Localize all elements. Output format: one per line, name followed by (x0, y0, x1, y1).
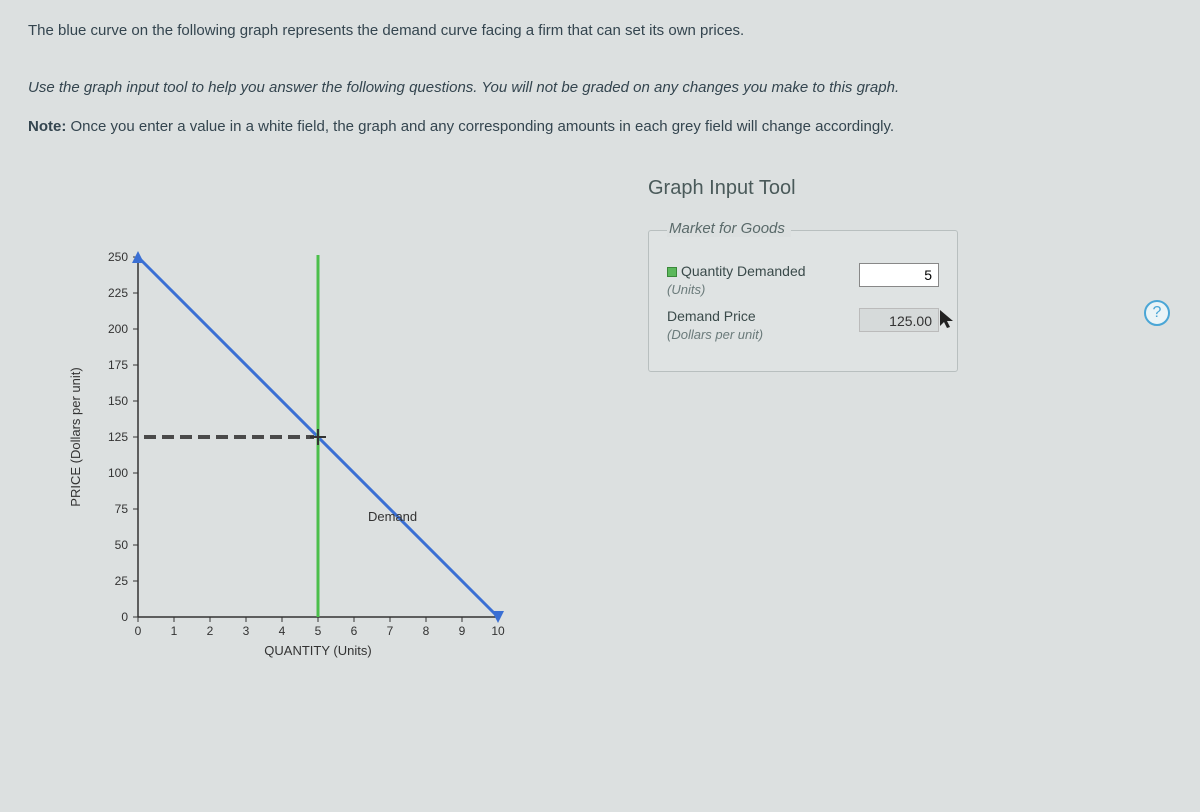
price-readonly: 125.00 (859, 308, 939, 332)
y-axis-title: PRICE (Dollars per unit) (68, 367, 83, 506)
svg-text:175: 175 (108, 358, 128, 372)
market-panel-title: Market for Goods (667, 220, 791, 237)
svg-text:225: 225 (108, 286, 128, 300)
price-sublabel: (Dollars per unit) (667, 327, 763, 342)
quantity-sublabel: (Units) (667, 282, 705, 297)
svg-text:150: 150 (108, 394, 128, 408)
instruction-line-2: Use the graph input tool to help you ans… (28, 77, 1172, 98)
svg-text:6: 6 (351, 624, 358, 638)
svg-text:125: 125 (108, 430, 128, 444)
svg-text:0: 0 (121, 610, 128, 624)
svg-text:100: 100 (108, 466, 128, 480)
svg-text:8: 8 (423, 624, 430, 638)
quantity-row: Quantity Demanded (Units) (667, 263, 939, 298)
svg-text:1: 1 (171, 624, 178, 638)
y-axis: 0 25 50 75 100 125 150 175 200 225 250 (108, 250, 138, 624)
svg-text:7: 7 (387, 624, 394, 638)
x-axis: 0 1 2 3 4 5 6 7 8 9 10 (135, 617, 505, 638)
svg-text:2: 2 (207, 624, 214, 638)
price-guide-line (144, 435, 314, 439)
svg-text:250: 250 (108, 250, 128, 264)
price-row: Demand Price (Dollars per unit) 125.00 (667, 308, 939, 343)
quantity-input[interactable] (859, 263, 939, 287)
price-label: Demand Price (667, 308, 756, 324)
quantity-label: Quantity Demanded (681, 263, 806, 279)
tool-title: Graph Input Tool (648, 177, 1172, 200)
svg-text:5: 5 (315, 624, 322, 638)
svg-text:50: 50 (115, 538, 129, 552)
svg-text:200: 200 (108, 322, 128, 336)
quantity-swatch-icon (667, 267, 677, 277)
demand-chart[interactable]: 0 25 50 75 100 125 150 175 200 225 250 0… (58, 237, 538, 667)
svg-text:75: 75 (115, 502, 129, 516)
note-label: Note: (28, 118, 66, 135)
x-axis-title: QUANTITY (Units) (264, 643, 371, 658)
svg-text:0: 0 (135, 624, 142, 638)
instruction-line-1: The blue curve on the following graph re… (28, 20, 1172, 41)
chart-area: 0 25 50 75 100 125 150 175 200 225 250 0… (28, 177, 588, 667)
svg-text:9: 9 (459, 624, 466, 638)
cursor-icon (938, 308, 956, 330)
svg-text:25: 25 (115, 574, 129, 588)
svg-text:4: 4 (279, 624, 286, 638)
instruction-note: Note: Once you enter a value in a white … (28, 116, 1172, 137)
note-text: Once you enter a value in a white field,… (66, 118, 894, 135)
svg-text:10: 10 (491, 624, 505, 638)
svg-text:3: 3 (243, 624, 250, 638)
market-panel: Market for Goods Quantity Demanded (Unit… (648, 222, 958, 372)
demand-label: Demand (368, 509, 417, 524)
help-icon[interactable]: ? (1144, 300, 1170, 326)
